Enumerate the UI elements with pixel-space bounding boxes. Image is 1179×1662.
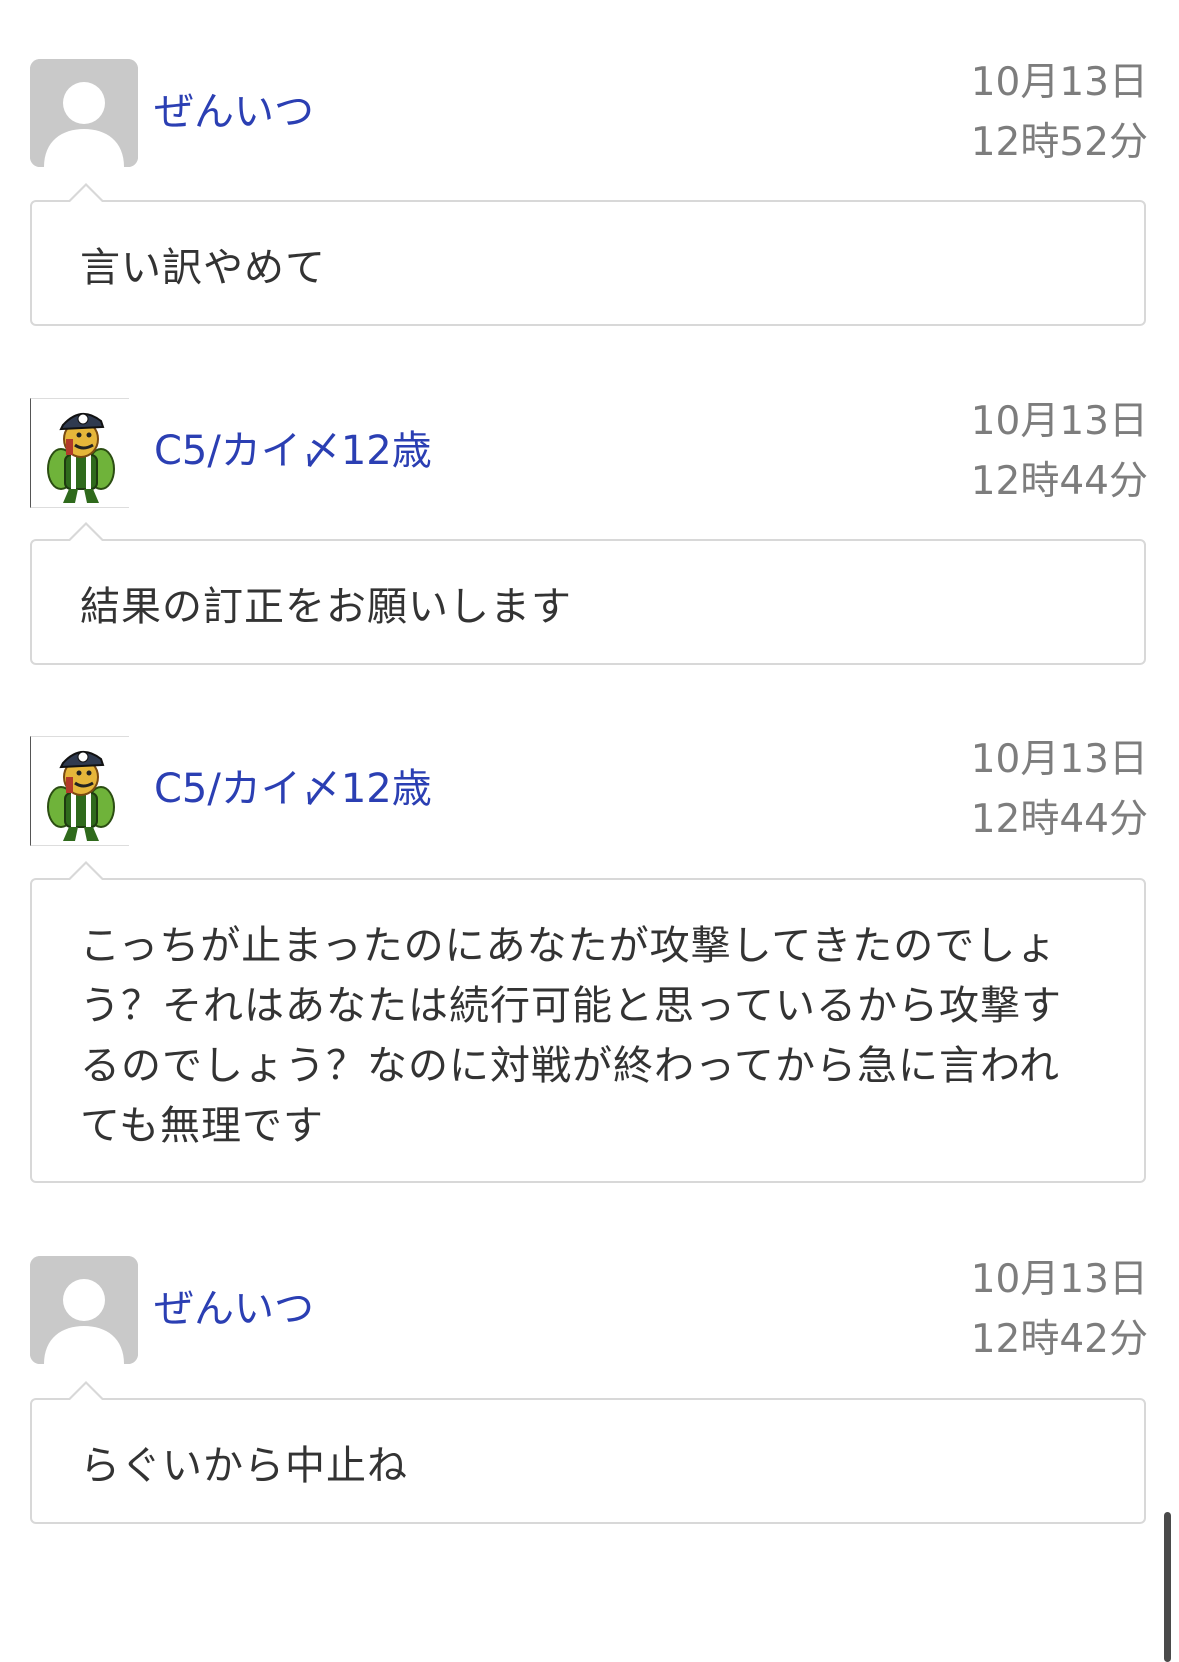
comment-text: 結果の訂正をお願いします: [80, 584, 572, 630]
character-avatar-icon: [31, 737, 129, 845]
comment-timestamp: 10月13日 12時42分: [971, 1250, 1148, 1370]
avatar[interactable]: [30, 398, 129, 508]
username-link[interactable]: C5/カイ〆12歳: [154, 762, 432, 816]
avatar[interactable]: [30, 59, 138, 167]
comment-time: 12時42分: [970, 1317, 1148, 1362]
comment-time: 12時52分: [970, 120, 1148, 165]
username-link[interactable]: C5/カイ〆12歳: [154, 424, 432, 478]
username-link[interactable]: ぜんいつ: [154, 1282, 314, 1336]
comment-bubble: 結果の訂正をお願いします: [30, 522, 1146, 665]
comment-text: らぐいから中止ね: [80, 1443, 408, 1489]
comment-text: こっちが止まったのにあなたが攻撃してきたのでしょう？それはあなたは続行可能と思っ…: [80, 923, 1062, 1149]
comment-date: 10月13日: [970, 737, 1148, 782]
username-link[interactable]: ぜんいつ: [154, 85, 314, 139]
comment-date: 10月13日: [970, 60, 1148, 105]
scrollbar[interactable]: [1164, 1512, 1171, 1662]
comment-timestamp: 10月13日 12時52分: [971, 53, 1148, 173]
comment-text: 言い訳やめて: [80, 245, 326, 291]
avatar[interactable]: [30, 736, 129, 846]
comment-timestamp: 10月13日 12時44分: [971, 392, 1148, 512]
character-avatar-icon: [31, 399, 129, 507]
comment-time: 12時44分: [970, 797, 1148, 842]
default-user-icon: [30, 1256, 138, 1364]
comment-date: 10月13日: [970, 399, 1148, 444]
comment-bubble: こっちが止まったのにあなたが攻撃してきたのでしょう？それはあなたは続行可能と思っ…: [30, 861, 1146, 1183]
comment-date: 10月13日: [970, 1257, 1148, 1302]
comment-bubble: らぐいから中止ね: [30, 1381, 1146, 1524]
comment-timestamp: 10月13日 12時44分: [971, 730, 1148, 850]
avatar[interactable]: [30, 1256, 138, 1364]
default-user-icon: [30, 59, 138, 167]
comment-time: 12時44分: [970, 459, 1148, 504]
comment-bubble: 言い訳やめて: [30, 183, 1146, 326]
